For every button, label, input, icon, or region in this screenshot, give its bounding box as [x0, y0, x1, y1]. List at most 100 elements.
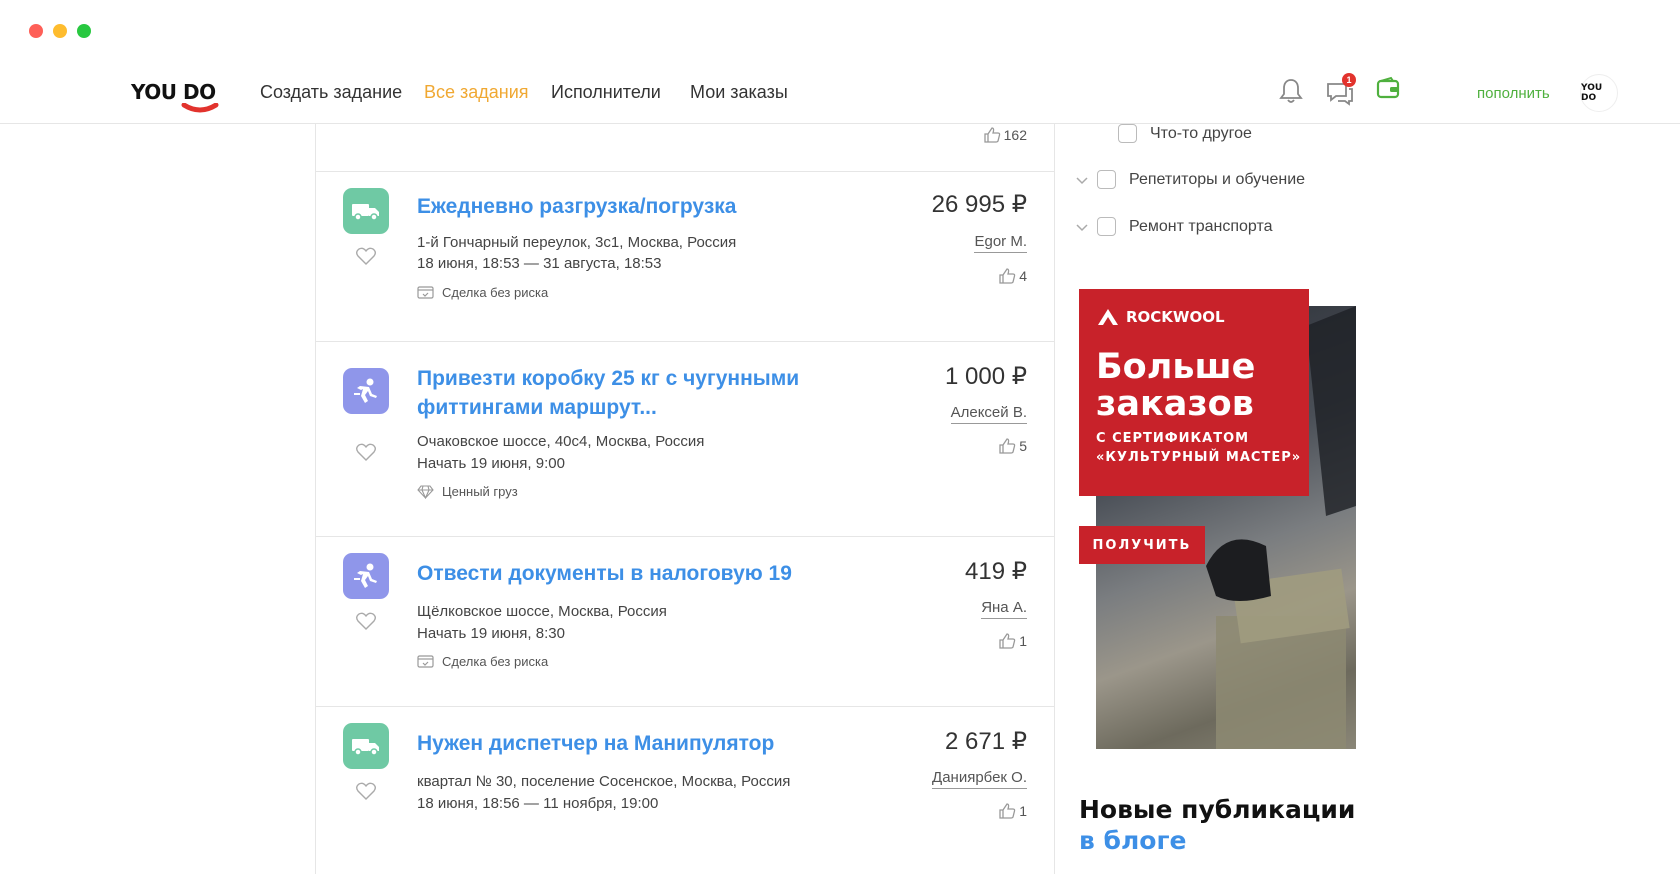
- task-date: Начать 19 июня, 8:30: [417, 625, 565, 642]
- task-card[interactable]: Ежедневно разгрузка/погрузка 1-й Гончарн…: [316, 172, 1054, 342]
- ad-banner[interactable]: ROCKWOOL Больше заказов С СЕРТИФИКАТОМ «…: [1079, 289, 1356, 749]
- likes-count: 162: [1003, 126, 1027, 143]
- ad-headline-line-1: Больше: [1096, 347, 1256, 387]
- task-card-partial[interactable]: 162: [316, 124, 1054, 172]
- ad-brand: ROCKWOOL: [1096, 307, 1225, 327]
- task-likes: 5: [998, 437, 1027, 454]
- filter-transport-repair[interactable]: Ремонт транспорта: [1097, 217, 1273, 236]
- filter-label: Ремонт транспорта: [1129, 217, 1273, 235]
- tag-label: Сделка без риска: [442, 654, 549, 669]
- messages-button[interactable]: 1: [1325, 73, 1357, 106]
- filter-label: Репетиторы и обучение: [1129, 170, 1306, 188]
- task-card[interactable]: Отвести документы в налоговую 19 Щёлковс…: [316, 537, 1054, 707]
- task-customer[interactable]: Egor M.: [974, 233, 1027, 253]
- task-tag: Ценный груз: [417, 484, 518, 499]
- ad-subtitle-line-1: С СЕРТИФИКАТОМ: [1096, 431, 1250, 446]
- maximize-window-dot[interactable]: [77, 24, 91, 38]
- truck-icon: [343, 188, 389, 234]
- blog-title-text: Новые публикации: [1079, 795, 1356, 824]
- ad-brand-text: ROCKWOOL: [1126, 308, 1225, 326]
- checkbox[interactable]: [1118, 124, 1137, 143]
- ad-get-button[interactable]: ПОЛУЧИТЬ: [1079, 526, 1205, 564]
- user-avatar[interactable]: YOU DO: [1580, 74, 1618, 112]
- sidebar: Что-то другое Репетиторы и обучение Ремо…: [1070, 124, 1680, 874]
- task-price: 26 995 ₽: [931, 191, 1027, 218]
- logo-text: YOU DO: [131, 80, 216, 104]
- chevron-down-icon[interactable]: [1075, 175, 1089, 185]
- task-price: 1 000 ₽: [945, 363, 1027, 390]
- blog-link[interactable]: в блоге: [1079, 825, 1355, 856]
- task-date: 18 июня, 18:56 — 11 ноября, 19:00: [417, 795, 659, 812]
- wallet-icon[interactable]: [1376, 76, 1400, 100]
- task-address: Щёлковское шоссе, Москва, Россия: [417, 603, 667, 620]
- safe-deal-icon: [417, 286, 434, 299]
- heart-icon[interactable]: [356, 443, 376, 461]
- safe-deal-icon: [417, 655, 434, 668]
- task-address: 1-й Гончарный переулок, 3с1, Москва, Рос…: [417, 234, 737, 251]
- task-price: 2 671 ₽: [945, 728, 1027, 755]
- youdo-logo[interactable]: YOU DO: [131, 80, 221, 114]
- minimize-window-dot[interactable]: [53, 24, 67, 38]
- task-likes: 4: [998, 267, 1027, 284]
- checkbox[interactable]: [1097, 217, 1116, 236]
- tag-label: Ценный груз: [442, 484, 518, 499]
- chevron-down-icon[interactable]: [1075, 222, 1089, 232]
- rockwool-logo-icon: [1098, 309, 1118, 325]
- likes-count: 5: [1019, 437, 1027, 454]
- close-window-dot[interactable]: [29, 24, 43, 38]
- blog-section-title: Новые публикации в блоге: [1079, 794, 1355, 856]
- task-tag: Сделка без риска: [417, 285, 548, 300]
- task-address: Очаковское шоссе, 40с4, Москва, Россия: [417, 433, 705, 450]
- filter-other[interactable]: Что-то другое: [1118, 124, 1252, 143]
- task-card[interactable]: Привезти коробку 25 кг с чугунными фитти…: [316, 342, 1054, 537]
- task-list: 162 Ежедневно разгрузка/погрузка 1-й Гон…: [315, 124, 1055, 874]
- likes-count: 1: [1019, 632, 1027, 649]
- task-title[interactable]: Ежедневно разгрузка/погрузка: [417, 192, 837, 221]
- heart-icon[interactable]: [356, 782, 376, 800]
- filter-label: Что-то другое: [1150, 124, 1252, 142]
- task-likes: 1: [998, 632, 1027, 649]
- task-date: 18 июня, 18:53 — 31 августа, 18:53: [417, 255, 662, 272]
- nav-executors[interactable]: Исполнители: [551, 82, 661, 103]
- task-likes: 1: [998, 802, 1027, 819]
- avatar-text: YOU DO: [1581, 83, 1603, 103]
- ad-subtitle-line-2: «КУЛЬТУРНЫЙ МАСТЕР»: [1096, 450, 1302, 465]
- site-header: YOU DO Создать задание Все задания Испол…: [0, 62, 1680, 124]
- heart-icon[interactable]: [356, 612, 376, 630]
- diamond-icon: [417, 484, 434, 499]
- task-customer[interactable]: Даниярбек О.: [932, 769, 1027, 789]
- ad-headline-line-2: заказов: [1096, 384, 1254, 424]
- task-title[interactable]: Отвести документы в налоговую 19: [417, 559, 837, 588]
- likes-count: 4: [1019, 267, 1027, 284]
- thumbs-up-icon: [983, 127, 1000, 143]
- checkbox[interactable]: [1097, 170, 1116, 189]
- nav-create-task[interactable]: Создать задание: [260, 82, 402, 103]
- task-date: Начать 19 июня, 9:00: [417, 455, 565, 472]
- ad-subtitle: С СЕРТИФИКАТОМ «КУЛЬТУРНЫЙ МАСТЕР»: [1096, 429, 1301, 467]
- task-address: квартал № 30, поселение Сосенское, Москв…: [417, 773, 791, 790]
- thumbs-up-icon: [999, 268, 1016, 284]
- thumbs-up-icon: [999, 633, 1016, 649]
- courier-icon: [343, 553, 389, 599]
- heart-icon[interactable]: [356, 247, 376, 265]
- bell-icon[interactable]: [1279, 77, 1303, 105]
- task-likes: 162: [983, 126, 1027, 143]
- task-customer[interactable]: Алексей В.: [950, 404, 1027, 424]
- topup-link[interactable]: пополнить: [1477, 85, 1550, 102]
- logo-smile-icon: [181, 103, 219, 113]
- messages-badge: 1: [1342, 73, 1356, 87]
- task-title[interactable]: Нужен диспетчер на Манипулятор: [417, 729, 837, 758]
- task-title[interactable]: Привезти коробку 25 кг с чугунными фитти…: [417, 364, 817, 422]
- nav-my-orders[interactable]: Мои заказы: [690, 82, 788, 103]
- thumbs-up-icon: [999, 803, 1016, 819]
- task-customer[interactable]: Яна А.: [981, 599, 1027, 619]
- nav-all-tasks[interactable]: Все задания: [424, 82, 529, 103]
- thumbs-up-icon: [999, 438, 1016, 454]
- filter-tutors[interactable]: Репетиторы и обучение: [1097, 170, 1305, 189]
- truck-icon: [343, 723, 389, 769]
- task-tag: Сделка без риска: [417, 654, 548, 669]
- task-price: 419 ₽: [965, 558, 1027, 585]
- ad-headline: Больше заказов: [1096, 349, 1255, 423]
- likes-count: 1: [1019, 802, 1027, 819]
- task-card[interactable]: Нужен диспетчер на Манипулятор квартал №…: [316, 707, 1054, 874]
